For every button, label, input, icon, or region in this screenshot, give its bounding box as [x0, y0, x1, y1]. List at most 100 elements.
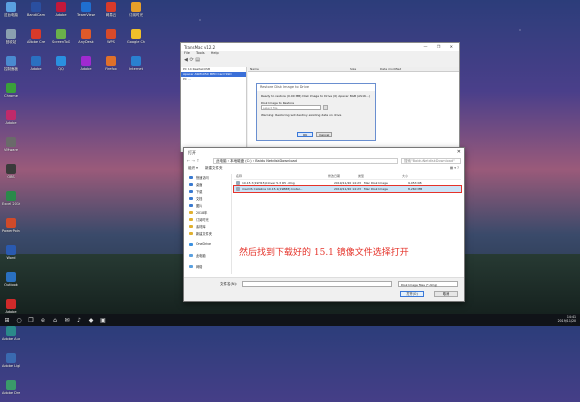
desktop-shortcut[interactable]: TeamViewer [77, 2, 95, 24]
desktop-shortcut[interactable]: 控制面板 [2, 56, 20, 78]
open-button[interactable]: 打开(O) [400, 291, 424, 297]
back-icon[interactable]: ◀ [184, 57, 188, 63]
nav-arrows-icon[interactable]: ← → ↑ [187, 158, 213, 163]
desktop-shortcut[interactable]: 这台电脑 [2, 2, 20, 24]
file-type: Mac Disk Image [364, 187, 388, 191]
nav-item-label: 快速访问 [196, 176, 209, 180]
taskbar: ⊞ ○ ❐ e ⌂ ✉ ♪ ◆ ▣ 14:41 2019/11/20 [0, 314, 580, 326]
window-title: TransMac v12.2 [184, 45, 216, 50]
nav-item[interactable]: 订阅时光 [186, 216, 231, 223]
nav-item[interactable]: 新建文件夹 [186, 230, 231, 237]
col-type[interactable]: 类型 [356, 174, 400, 179]
desktop-shortcut[interactable]: Firefox [102, 56, 120, 78]
cancel-button[interactable]: Cancel [316, 132, 333, 137]
nav-item[interactable]: 快速访问 [186, 174, 231, 181]
taskbar-app-icon[interactable]: ❐ [26, 315, 36, 325]
col-size[interactable]: 大小 [400, 174, 420, 179]
desktop-shortcut[interactable]: Adobe Dreamwe.. [2, 380, 20, 402]
path-input[interactable]: 此电脑 › 本地磁盘 (C:) › Baidu NetdiskDownload [213, 157, 398, 164]
taskbar-app-icon[interactable]: ▣ [98, 315, 108, 325]
desktop-shortcut[interactable]: Chrome [2, 83, 20, 105]
menu-help[interactable]: Help [211, 51, 219, 55]
filetype-select[interactable]: Disk Image files (*.dmg) [398, 281, 458, 287]
transmac-titlebar: TransMac v12.2 — ❐ ✕ [181, 43, 459, 51]
folder-icon [189, 265, 193, 268]
taskbar-app-icon[interactable]: ⌂ [50, 315, 60, 325]
file-date: 2019/11/20 14:23 [334, 181, 361, 185]
refresh-icon[interactable]: ⟳ [189, 57, 193, 63]
nav-item[interactable]: 下载 [186, 188, 231, 195]
desktop-shortcut[interactable]: QQ [52, 56, 70, 78]
close-icon[interactable]: ✕ [457, 149, 461, 155]
col-date[interactable]: Date modified [378, 67, 408, 71]
search-input[interactable]: 搜索"BaiduNetdiskDownload" [401, 157, 461, 164]
nav-item-label: 2018年 [196, 211, 208, 215]
taskbar-app-icon[interactable]: ✉ [62, 315, 72, 325]
desktop-shortcut[interactable]: Adobe [77, 56, 95, 78]
taskbar-app-icon[interactable]: ◆ [86, 315, 96, 325]
desktop-shortcut[interactable]: AnyDesk [77, 29, 95, 51]
col-date[interactable]: 修改日期 [326, 174, 356, 179]
app-icon [6, 218, 16, 228]
taskbar-app-icon[interactable]: ♪ [74, 315, 84, 325]
browse-button[interactable] [323, 105, 328, 111]
menu-tools[interactable]: Tools [196, 51, 205, 55]
new-folder-button[interactable]: 新建文件夹 [205, 166, 223, 170]
desktop-shortcut[interactable]: VMware [2, 137, 20, 159]
desktop-shortcut[interactable]: Adobe Creat.. [27, 29, 45, 51]
desktop-shortcut[interactable]: Internet [127, 56, 145, 78]
shortcut-label: WPS [107, 40, 115, 44]
taskbar-app-icon[interactable]: e [38, 315, 48, 325]
ok-button[interactable]: OK [297, 132, 313, 137]
desktop-shortcut[interactable]: BandiCam [27, 2, 45, 24]
col-name[interactable]: 名称 [234, 174, 326, 179]
desktop-shortcut[interactable]: Adobe Audition [2, 326, 20, 348]
nav-item-label: 素材库 [196, 225, 206, 229]
nav-item[interactable]: 桌面 [186, 181, 231, 188]
file-pane: 名称 修改日期 类型 大小 10.15.7(19H15)Clover 5.3 R… [233, 174, 462, 274]
folder-icon[interactable]: ▤ [195, 57, 200, 63]
tree-item[interactable]: PC ... [181, 77, 246, 82]
folder-icon [189, 243, 193, 246]
folder-icon [189, 232, 193, 235]
window-controls[interactable]: — ❐ ✕ [424, 44, 457, 49]
nav-item[interactable]: 图片 [186, 202, 231, 209]
col-name[interactable]: Name [248, 67, 348, 71]
app-icon [106, 29, 116, 39]
nav-item[interactable]: 网络 [186, 263, 231, 270]
desktop-shortcut[interactable]: Excel 2016 [2, 191, 20, 213]
system-clock[interactable]: 14:41 2019/11/20 [558, 315, 576, 323]
desktop-shortcut[interactable]: Outlook [2, 272, 20, 294]
desktop-shortcut[interactable]: Adobe [27, 56, 45, 78]
filename-input[interactable] [242, 281, 392, 287]
image-path-input[interactable]: select file [261, 105, 321, 111]
organize-button[interactable]: 组织 ▾ [188, 166, 198, 170]
desktop-shortcut[interactable]: WPS [102, 29, 120, 51]
desktop-shortcut[interactable]: Google Chrome [127, 29, 145, 51]
start-icon[interactable]: ⊞ [2, 315, 12, 325]
nav-item[interactable]: OneDrive [186, 241, 231, 248]
nav-item[interactable]: 2018年 [186, 209, 231, 216]
desktop-shortcut[interactable]: 回收站 [2, 29, 20, 51]
desktop-shortcut[interactable]: Adobe [2, 110, 20, 132]
col-size[interactable]: Size [348, 67, 378, 71]
nav-item[interactable]: 素材库 [186, 223, 231, 230]
desktop-shortcut[interactable]: Adobe Lightroom [2, 353, 20, 375]
desktop-shortcut[interactable]: Word [2, 245, 20, 267]
desktop-shortcut[interactable]: 网易云 [102, 2, 120, 24]
desktop-shortcut[interactable]: 订阅时光 [127, 2, 145, 24]
desktop-shortcut[interactable]: OBS [2, 164, 20, 186]
shortcut-label: ScreenToGif [52, 40, 70, 44]
nav-item[interactable]: 文档 [186, 195, 231, 202]
shortcut-label: 控制面板 [4, 67, 18, 71]
shortcut-label: QQ [58, 67, 64, 71]
desktop-shortcut[interactable]: Adobe [52, 2, 70, 24]
desktop-shortcut[interactable]: ScreenToGif [52, 29, 70, 51]
taskbar-app-icon[interactable]: ○ [14, 315, 24, 325]
cancel-button[interactable]: 取消 [434, 291, 458, 297]
menu-file[interactable]: File [184, 51, 190, 55]
desktop-shortcut[interactable]: PowerPoint [2, 218, 20, 240]
nav-item[interactable]: 此电脑 [186, 252, 231, 259]
file-row-selected[interactable]: macOS Catalina 10.15.1(19B88) Instal... … [233, 185, 462, 193]
view-options-icon[interactable]: ▦ ▾ ? [450, 166, 459, 170]
